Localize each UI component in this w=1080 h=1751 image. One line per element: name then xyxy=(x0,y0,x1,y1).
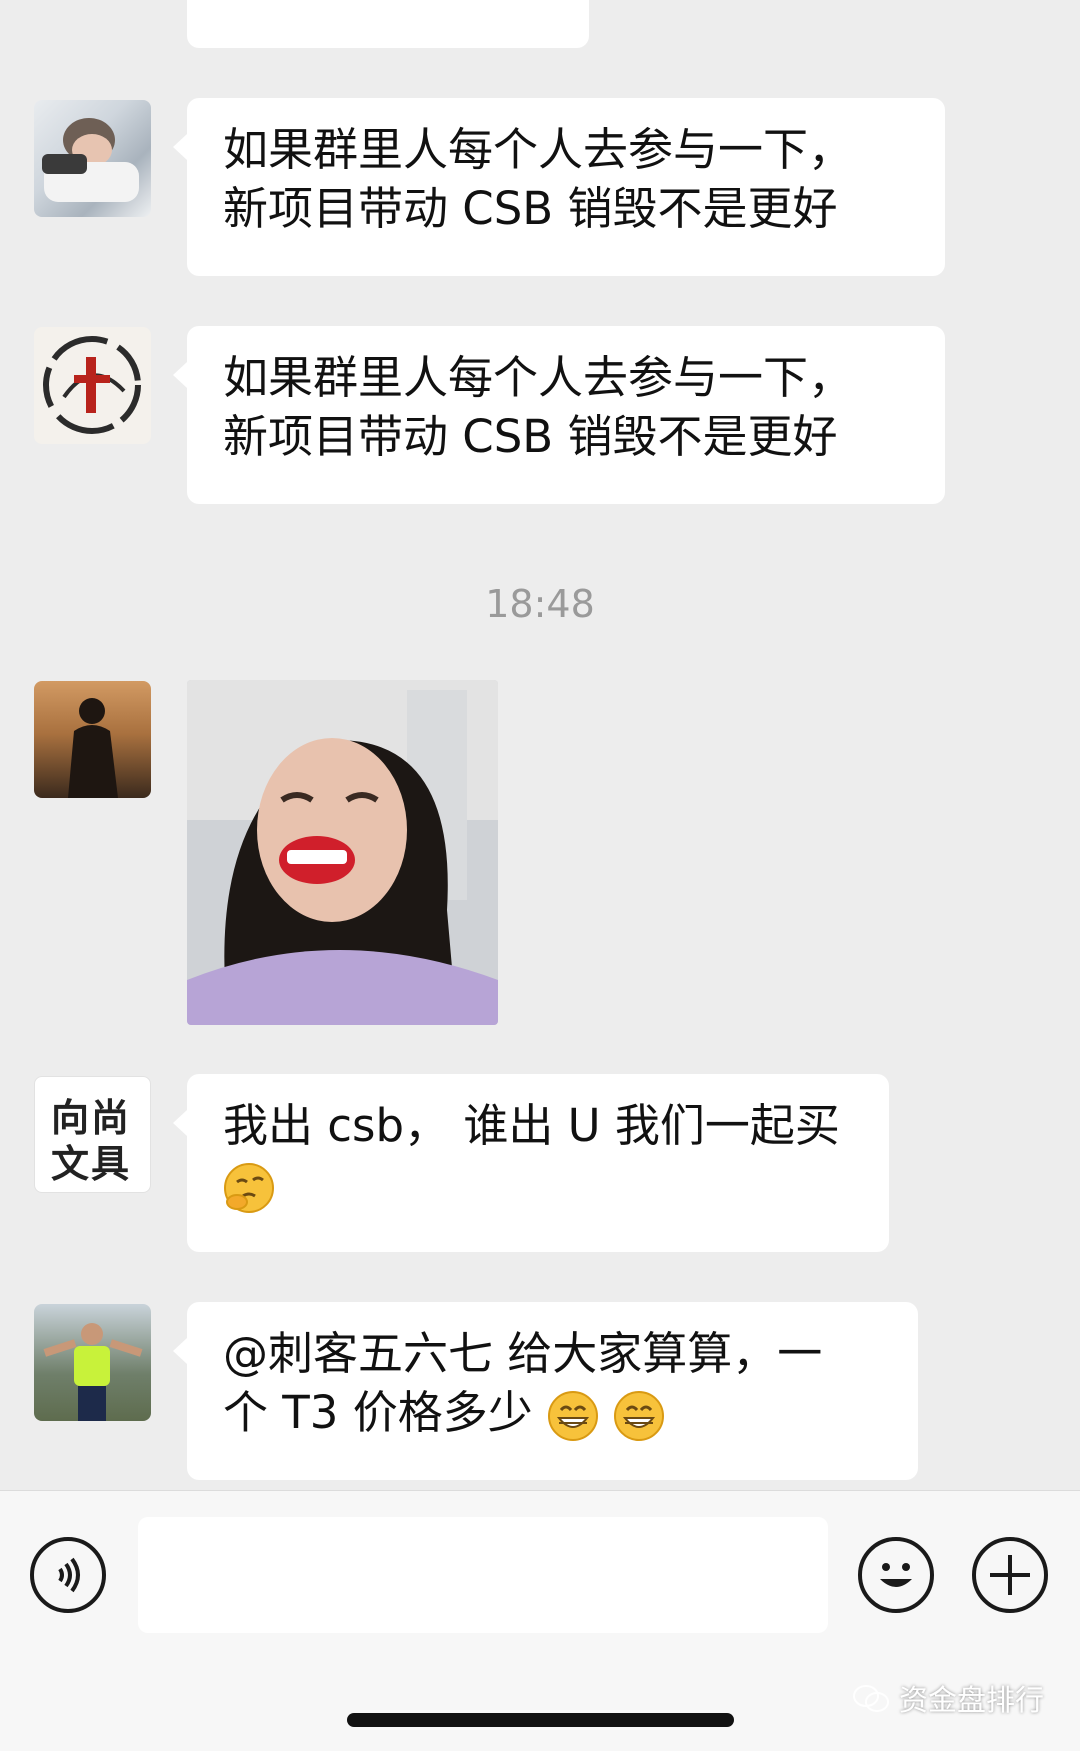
plus-button[interactable] xyxy=(972,1537,1048,1613)
message-bubble[interactable]: 如果群里人每个人去参与一下， 新项目带动 CSB 销毁不是更好 xyxy=(173,98,945,276)
silhouette-avatar-icon xyxy=(68,698,118,798)
avatar-user-4[interactable]: 向尚 文具 xyxy=(34,1076,151,1193)
emoji-button[interactable] xyxy=(858,1537,934,1613)
message-text-line: 个 T3 价格多少 xyxy=(223,1383,882,1442)
home-indicator[interactable] xyxy=(347,1713,734,1727)
message-text-line: @刺客五六七 给大家算算，一 xyxy=(223,1327,823,1380)
ink-seal-avatar-icon xyxy=(43,336,141,434)
grinning-face-icon xyxy=(548,1391,599,1441)
thinking-face-icon xyxy=(224,1163,274,1213)
message-text-line: 新项目带动 CSB 销毁不是更好 xyxy=(223,410,838,463)
avatar-user-3[interactable] xyxy=(34,681,151,798)
message-bubble-partial[interactable] xyxy=(187,0,589,48)
message-input[interactable] xyxy=(138,1517,828,1633)
image-message[interactable] xyxy=(187,680,498,1025)
avatar-user-5[interactable] xyxy=(34,1304,151,1421)
message-text-line: 我出 csb， 谁出 U 我们一起买 xyxy=(223,1099,840,1152)
wechat-logo-icon xyxy=(852,1684,890,1721)
person-avatar-icon xyxy=(43,1323,143,1421)
message-bubble[interactable]: @刺客五六七 给大家算算，一 个 T3 价格多少 xyxy=(173,1302,918,1480)
plus-icon xyxy=(990,1555,1030,1595)
avatar-user-2[interactable] xyxy=(34,327,151,444)
grinning-face-icon xyxy=(614,1391,665,1441)
timestamp: 18:48 xyxy=(485,582,595,626)
avatar-photo-icon xyxy=(42,118,139,202)
watermark: 资金盘排行 xyxy=(852,1677,1044,1721)
message-bubble[interactable]: 如果群里人每个人去参与一下， 新项目带动 CSB 销毁不是更好 xyxy=(173,326,945,504)
message-bubble[interactable]: 我出 csb， 谁出 U 我们一起买 xyxy=(173,1074,889,1252)
voice-icon xyxy=(58,1557,80,1593)
watermark-text: 资金盘排行 xyxy=(898,1683,1044,1717)
emoji-icon xyxy=(880,1563,912,1587)
chat-area[interactable]: 如果群里人每个人去参与一下， 新项目带动 CSB 销毁不是更好 如果群里人每个人… xyxy=(0,0,1080,1490)
voice-button[interactable] xyxy=(30,1537,106,1613)
meme-image-icon xyxy=(187,680,498,1025)
message-text-line: 如果群里人每个人去参与一下， xyxy=(223,351,854,404)
input-bar: 资金盘排行 xyxy=(0,1490,1080,1751)
avatar-text-line: 文具 xyxy=(51,1142,132,1186)
message-emoji-line xyxy=(223,1155,853,1214)
message-text: 个 T3 价格多少 xyxy=(223,1386,533,1439)
message-text-line: 新项目带动 CSB 销毁不是更好 xyxy=(223,182,838,235)
avatar-user-1[interactable] xyxy=(34,100,151,217)
message-text-line: 如果群里人每个人去参与一下， xyxy=(223,123,854,176)
